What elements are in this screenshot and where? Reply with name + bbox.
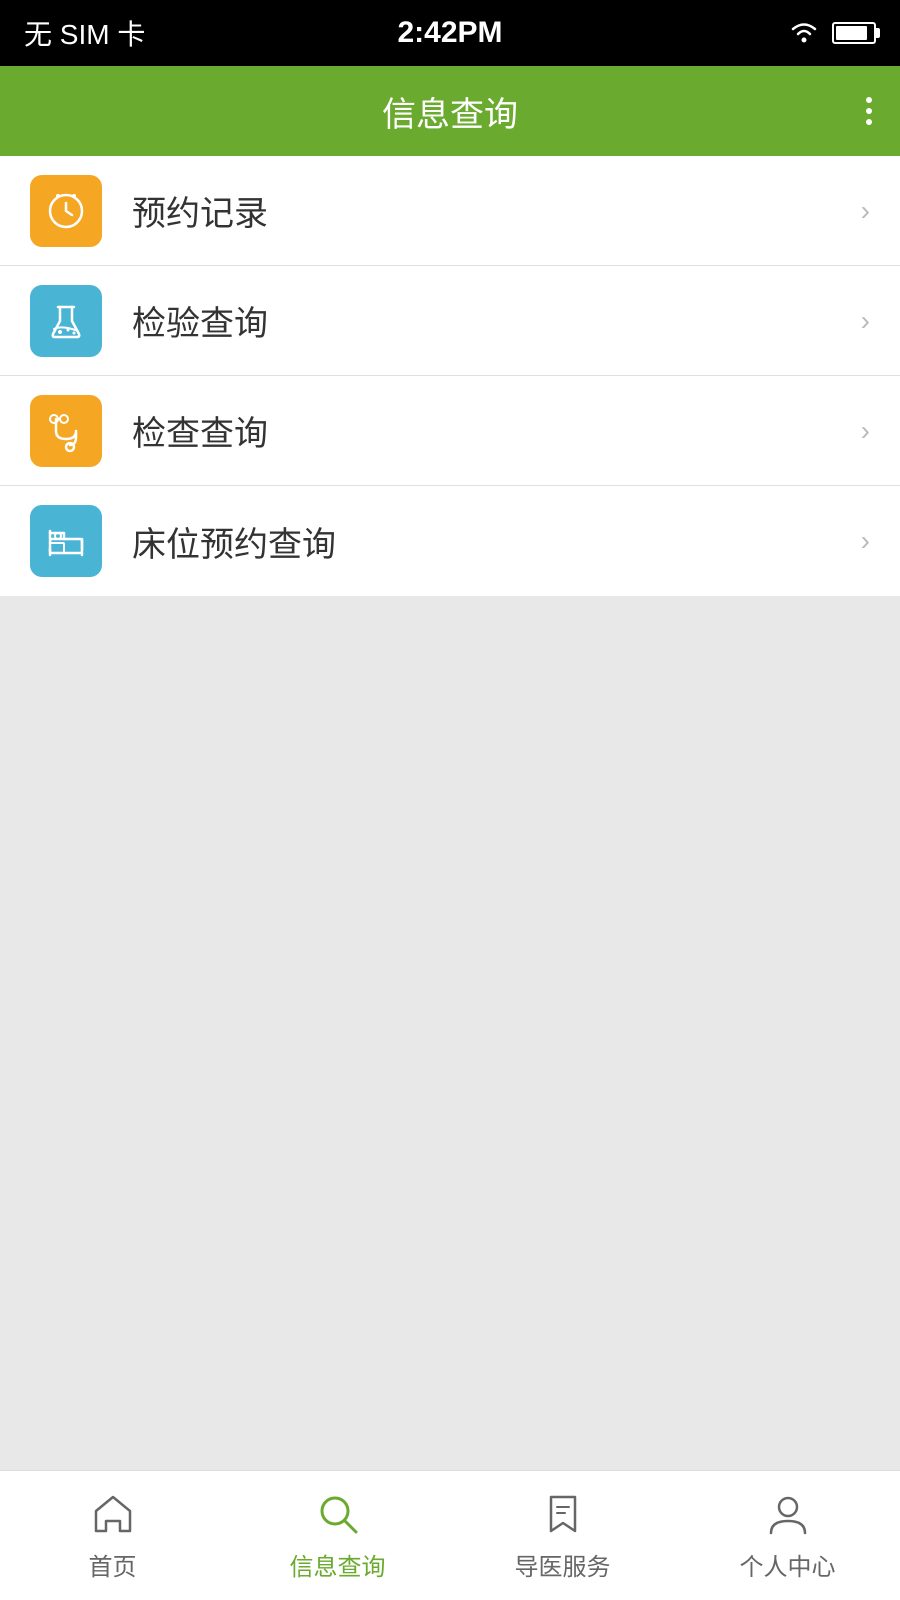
appointment-label: 预约记录 bbox=[132, 186, 861, 235]
page-title: 信息查询 bbox=[382, 87, 518, 136]
bottom-nav: 首页 信息查询 导医服务 个人中心 bbox=[0, 1470, 900, 1600]
header: 信息查询 bbox=[0, 66, 900, 156]
clock-icon bbox=[44, 189, 88, 233]
chevron-icon: › bbox=[861, 525, 870, 557]
battery-icon bbox=[832, 22, 876, 44]
nav-home-label: 首页 bbox=[89, 1547, 137, 1582]
menu-list: 预约记录 › 检验查询 › bbox=[0, 156, 900, 596]
nav-item-home[interactable]: 首页 bbox=[0, 1489, 225, 1582]
search-icon bbox=[313, 1489, 363, 1539]
home-icon bbox=[88, 1489, 138, 1539]
wifi-icon bbox=[788, 21, 820, 45]
chevron-icon: › bbox=[861, 195, 870, 227]
content-area bbox=[0, 596, 900, 1470]
menu-item-examination[interactable]: 检查查询 › bbox=[0, 376, 900, 486]
examination-label: 检查查询 bbox=[132, 406, 861, 455]
menu-item-bed[interactable]: 床位预约查询 › bbox=[0, 486, 900, 596]
status-bar: 无 SIM 卡 2:42PM bbox=[0, 0, 900, 66]
dot2 bbox=[866, 108, 872, 114]
bookmark-icon bbox=[538, 1489, 588, 1539]
carrier-label: 无 SIM 卡 bbox=[24, 13, 145, 53]
dot3 bbox=[866, 119, 872, 125]
lab-icon bbox=[44, 299, 88, 343]
bed-icon-wrapper bbox=[30, 505, 102, 577]
nav-item-profile[interactable]: 个人中心 bbox=[675, 1489, 900, 1582]
status-icons bbox=[788, 21, 876, 45]
nav-info-label: 信息查询 bbox=[290, 1547, 386, 1582]
lab-icon-wrapper bbox=[30, 285, 102, 357]
dot1 bbox=[866, 97, 872, 103]
chevron-icon: › bbox=[861, 415, 870, 447]
menu-item-lab[interactable]: 检验查询 › bbox=[0, 266, 900, 376]
menu-item-appointment[interactable]: 预约记录 › bbox=[0, 156, 900, 266]
nav-profile-label: 个人中心 bbox=[740, 1547, 836, 1582]
stethoscope-icon bbox=[44, 409, 88, 453]
time-label: 2:42PM bbox=[397, 16, 502, 50]
more-menu-button[interactable] bbox=[866, 97, 872, 125]
chevron-icon: › bbox=[861, 305, 870, 337]
nav-item-info[interactable]: 信息查询 bbox=[225, 1489, 450, 1582]
person-icon bbox=[763, 1489, 813, 1539]
bed-label: 床位预约查询 bbox=[132, 517, 861, 566]
lab-label: 检验查询 bbox=[132, 296, 861, 345]
bed-icon bbox=[44, 519, 88, 563]
examination-icon-wrapper bbox=[30, 395, 102, 467]
nav-guide-label: 导医服务 bbox=[515, 1547, 611, 1582]
appointment-icon-wrapper bbox=[30, 175, 102, 247]
nav-item-guide[interactable]: 导医服务 bbox=[450, 1489, 675, 1582]
